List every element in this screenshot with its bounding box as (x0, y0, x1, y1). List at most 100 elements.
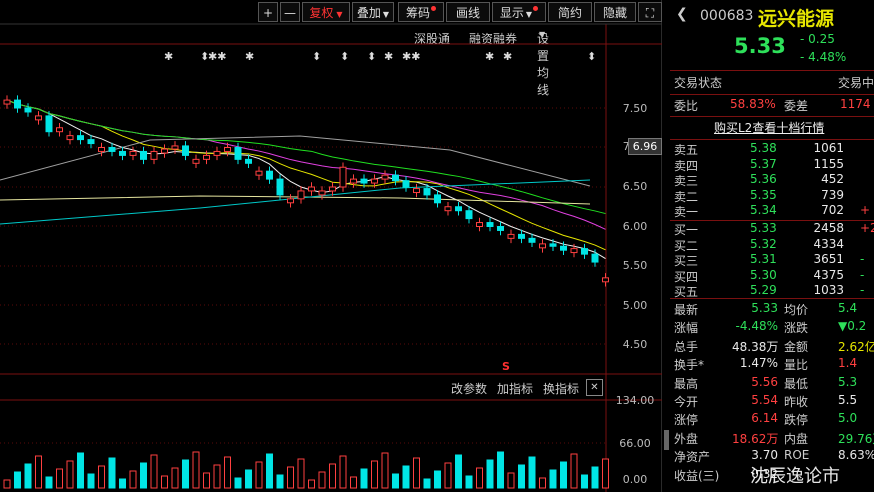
stat-label: 涨幅 (674, 321, 699, 336)
stat-row: 最高 5.56 最低 5.3 (674, 375, 857, 393)
candle-body (161, 148, 168, 154)
stat-row: 外盘 18.62万内盘 29.76万 (674, 430, 874, 448)
stat-value: 18.62万 (732, 431, 779, 446)
stat-value: 1.4 (838, 356, 858, 371)
candle-body (434, 194, 441, 204)
candle-body (350, 178, 357, 184)
candle-body (392, 174, 399, 182)
volume-bar (329, 463, 336, 489)
stat-value: ▼0.2 (838, 319, 867, 334)
volume-bar (339, 455, 347, 489)
level-price: 5.34 (750, 203, 777, 217)
stat-label: 今开 (674, 395, 699, 409)
l2-upgrade-link[interactable]: 购买L2查看十档行情 (714, 119, 824, 136)
candle-body (339, 166, 347, 188)
trade-status-value: 交易中 (838, 76, 874, 90)
stat-label: 最高 (674, 376, 699, 391)
level-change: +2 (860, 221, 874, 235)
candle-body (234, 147, 242, 160)
stat-value: -4.48% (735, 319, 778, 334)
candle-body (203, 154, 210, 160)
candle-body (276, 178, 284, 196)
sell-signal-marker[interactable]: S (502, 360, 510, 373)
divider (670, 116, 874, 117)
price-label: 6.00 (622, 220, 648, 233)
volume-label: 134.00 (615, 394, 655, 407)
candle-body (213, 150, 221, 156)
candle-body (528, 237, 536, 243)
level-label: 卖五 (674, 143, 699, 157)
candle-body (119, 150, 126, 156)
volume-bar (24, 463, 32, 489)
huanzhibiao-button[interactable]: 换指标 (543, 380, 579, 397)
candle-body (35, 115, 42, 121)
stat-label: 内盘 (784, 431, 809, 446)
stat-label: 最新 (674, 303, 699, 317)
volume-bar (371, 460, 378, 489)
volume-bar (171, 467, 179, 489)
level-label: 买二 (674, 238, 699, 253)
stat-label: 金额 (784, 339, 809, 354)
volume-bar (497, 451, 504, 489)
weibi-row: 委比 58.83% 委差 1174 (674, 97, 871, 115)
candle-body (591, 253, 599, 263)
candle-body (413, 188, 420, 194)
stat-row: 涨停 6.14 跌停 5.0 (674, 411, 857, 429)
candle-body (287, 198, 294, 204)
stat-label: 均价 (784, 303, 809, 317)
volume-bar (602, 458, 609, 489)
volume-bar (518, 464, 525, 489)
candle-body (318, 190, 326, 196)
candle-body (486, 222, 494, 228)
panel-splitter[interactable] (664, 430, 669, 450)
candle-body (602, 277, 609, 283)
level-price: 5.35 (750, 187, 777, 202)
stat-label: 涨跌 (784, 321, 809, 336)
price-change: - 0.25 (800, 32, 835, 46)
volume-bar (266, 453, 273, 489)
volume-bar (539, 477, 546, 489)
stat-value: 2.62亿 (838, 339, 874, 354)
moving-average-line (6, 99, 606, 215)
candle-body (549, 243, 557, 247)
candle-body (476, 222, 483, 228)
candle-body (518, 233, 525, 239)
candle-body (150, 150, 158, 160)
stock-name: 远兴能源 (758, 8, 835, 30)
level-change: + (860, 203, 871, 217)
volume-bar (350, 476, 357, 489)
volume-bar (182, 459, 189, 489)
stat-value: 1.47% (739, 356, 778, 371)
jiazhibiao-button[interactable]: 加指标 (497, 380, 533, 397)
candle-body (560, 245, 567, 251)
weicha-value: 1174 (840, 97, 871, 111)
level-label: 买五 (674, 285, 699, 299)
price-label: 6.50 (622, 180, 648, 193)
gaicanshu-button[interactable]: 改参数 (451, 380, 487, 397)
volume-bar (98, 465, 105, 489)
stat-label: 外盘 (674, 431, 699, 446)
level-label: 卖二 (674, 189, 699, 204)
level-volume: 1033 (813, 283, 844, 297)
candle-body (297, 190, 305, 200)
volume-bar (129, 470, 137, 489)
level-price: 5.36 (750, 172, 777, 186)
volume-bar (192, 451, 200, 489)
volume-bar (560, 461, 567, 489)
stat-row: 总手 48.38万 金额 2.62亿 (674, 338, 874, 356)
volume-bar (66, 460, 74, 489)
candle-body (381, 174, 389, 180)
level-volume: 702 (821, 203, 844, 217)
close-icon[interactable]: ✕ (586, 379, 603, 396)
candle-body (402, 180, 410, 188)
back-arrow-icon[interactable]: ❮ (676, 6, 688, 22)
stat-value: 29.76万 (838, 431, 874, 446)
volume-bar (287, 466, 294, 489)
level-label: 卖三 (674, 174, 699, 188)
sell-level-row[interactable]: 卖一 5.34 702 + (674, 203, 870, 221)
volume-bar (549, 469, 557, 489)
volume-bar (392, 473, 399, 489)
candlestick-chart[interactable] (0, 0, 662, 492)
volume-bar (234, 477, 242, 489)
stat-label: ROE (784, 448, 810, 463)
